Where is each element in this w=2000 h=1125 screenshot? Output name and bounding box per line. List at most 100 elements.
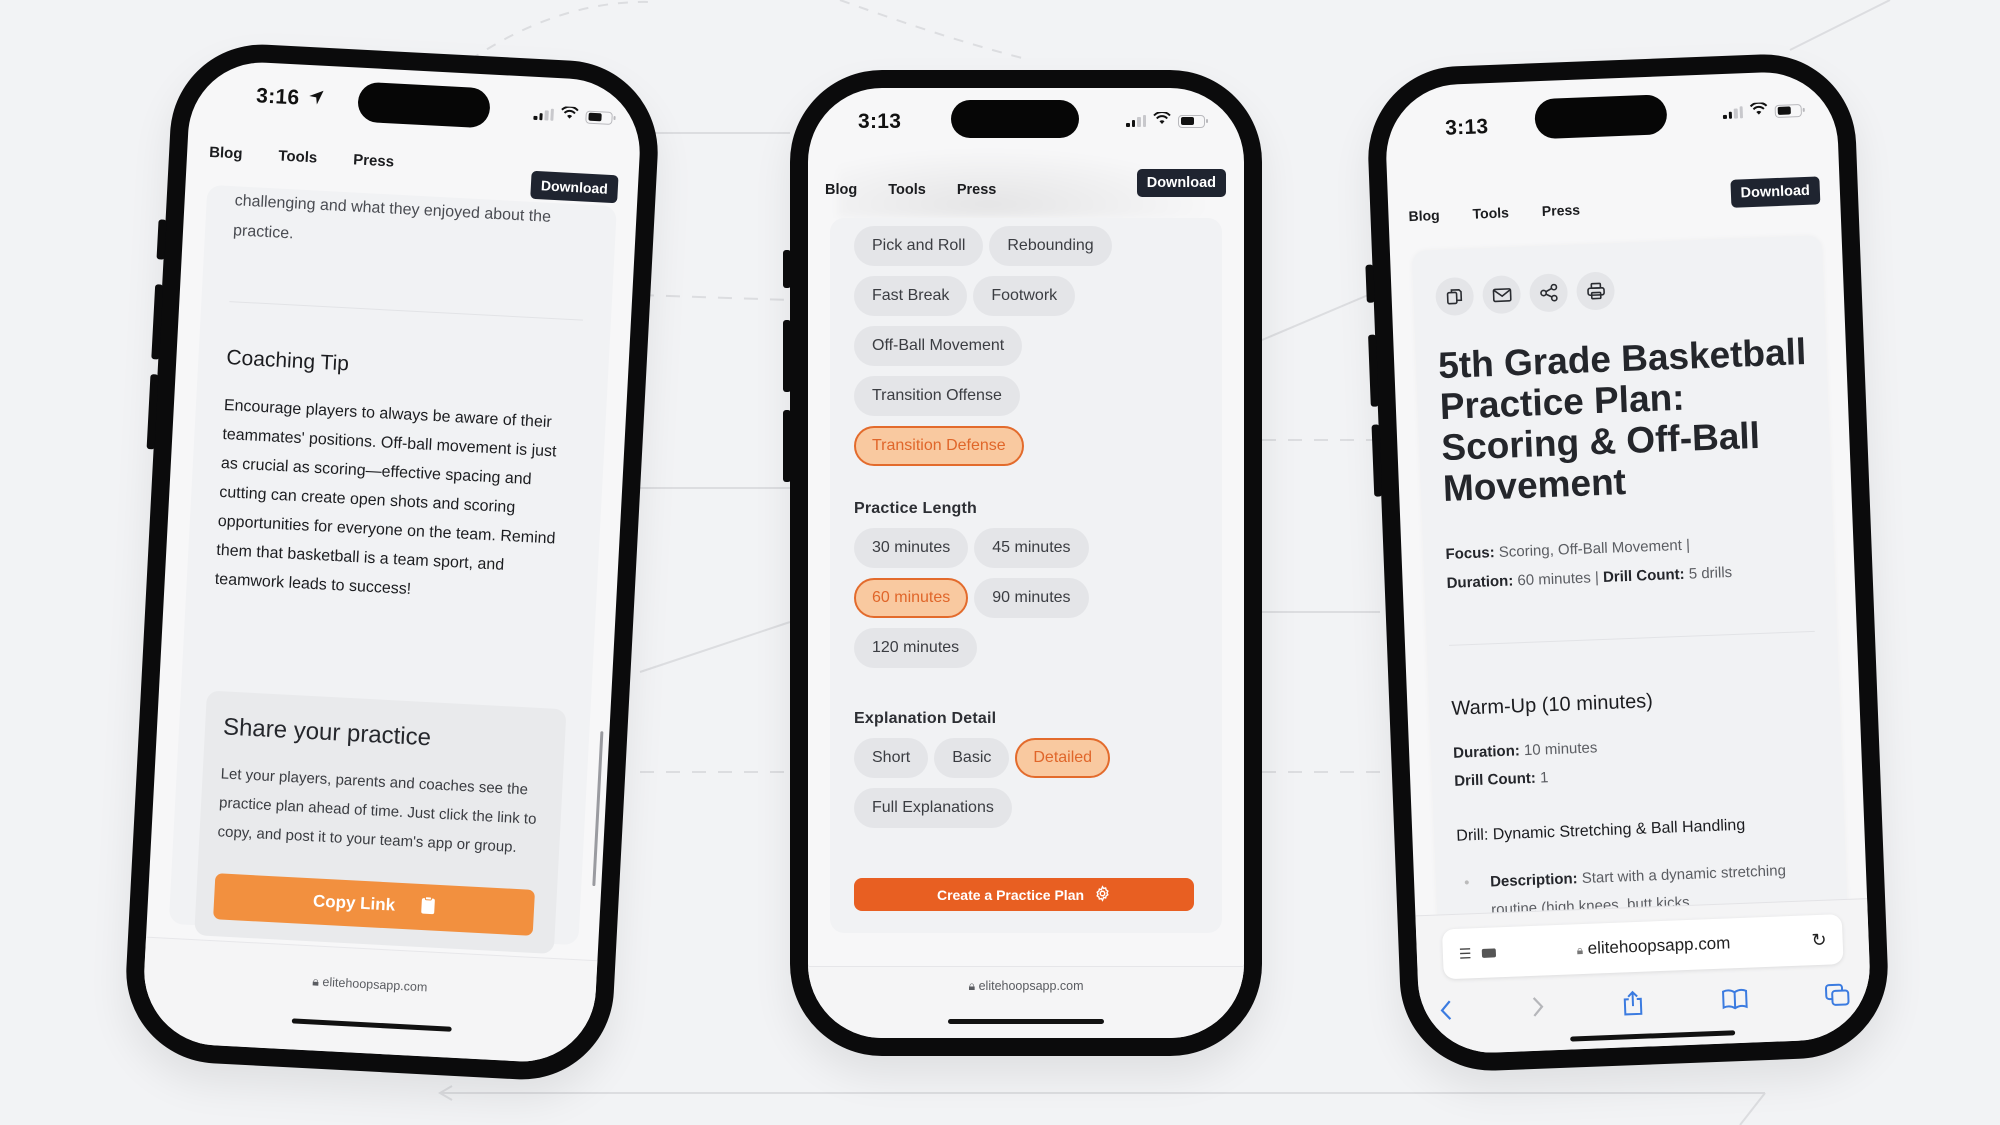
section-drill-count-value: 1 — [1539, 769, 1549, 787]
signal-icon — [1126, 115, 1146, 127]
status-time: 3:13 — [858, 110, 902, 133]
url-text[interactable]: elitehoopsapp.com — [1587, 933, 1730, 957]
practice-length-chip[interactable]: 90 minutes — [974, 578, 1089, 618]
nav-tools[interactable]: Tools — [278, 147, 318, 166]
practice-form-card: Pick and Roll Rebounding Fast Break Footwor… — [830, 218, 1222, 933]
focus-chip[interactable]: Transition Defense — [854, 426, 1024, 466]
focus-chip[interactable]: Fast Break — [854, 276, 968, 316]
battery-icon — [585, 110, 613, 125]
nav-blog[interactable]: Blog — [1408, 207, 1440, 224]
nav-blog[interactable]: Blog — [209, 143, 243, 162]
download-button[interactable]: Download — [530, 170, 619, 204]
nav-press[interactable]: Press — [353, 151, 395, 170]
signal-icon — [533, 108, 554, 121]
action-icons — [1434, 271, 1624, 317]
battery-icon — [1774, 103, 1803, 118]
extension-icon[interactable] — [1481, 947, 1496, 958]
url-text[interactable]: elitehoopsapp.com — [979, 979, 1084, 993]
back-icon[interactable] — [1439, 999, 1454, 1027]
wifi-icon — [1153, 111, 1171, 130]
duration-value: 60 minutes | — [1517, 569, 1600, 590]
url-text[interactable]: elitehoopsapp.com — [322, 975, 428, 994]
safari-toolbar: ☰ 🔒︎ elitehoopsapp.com ↻ — [1415, 898, 1873, 1056]
section-duration-label: Duration: — [1452, 742, 1521, 762]
practice-length-chip[interactable]: 30 minutes — [854, 528, 969, 568]
copy-icon[interactable] — [1434, 276, 1475, 317]
explanation-detail-chip[interactable]: Short — [854, 738, 929, 778]
tabs-icon[interactable] — [1824, 983, 1851, 1013]
dynamic-island — [357, 81, 491, 129]
url-footer: 🔒︎ elitehoopsapp.com — [140, 936, 598, 1066]
focus-chip[interactable]: Pick and Roll — [854, 226, 984, 266]
section-drill-count-label: Drill Count: — [1453, 769, 1537, 790]
practice-length-chip[interactable]: 45 minutes — [974, 528, 1089, 568]
dynamic-island — [951, 100, 1079, 138]
phone-left: 3:16 Blog Tools Press Download challengi… — [121, 39, 663, 1085]
section-duration-value: 10 minutes — [1523, 739, 1598, 760]
status-time: 3:16 — [255, 84, 300, 110]
share-icon[interactable] — [1528, 273, 1569, 313]
nav-blog[interactable]: Blog — [825, 182, 857, 198]
share-icon[interactable] — [1621, 990, 1644, 1022]
section-title: Warm-Up (10 minutes) — [1451, 690, 1654, 720]
focus-chip[interactable]: Footwork — [973, 276, 1076, 316]
coaching-tip-body: Encourage players to always be aware of … — [214, 397, 557, 599]
section-meta: Duration: 10 minutes Drill Count: 1 — [1453, 734, 1599, 795]
safari-nav-buttons — [1439, 982, 1852, 1029]
practice-plan-card: 5th Grade Basketball Practice Plan: Scor… — [1411, 235, 1849, 951]
scrollbar[interactable] — [592, 731, 604, 887]
focus-label: Focus: — [1445, 544, 1496, 563]
reload-icon[interactable]: ↻ — [1811, 929, 1827, 951]
share-title: Share your practice — [222, 713, 432, 752]
download-button[interactable]: Download — [1136, 169, 1226, 197]
url-footer: 🔒︎ elitehoopsapp.com — [808, 966, 1244, 1038]
lock-icon: 🔒︎ — [968, 979, 976, 993]
phone-center: 3:13 Blog Tools Press Download Pick and … — [783, 70, 1262, 1056]
share-body: Let your players, parents and coaches se… — [217, 765, 537, 856]
focus-chip[interactable]: Rebounding — [989, 226, 1112, 266]
focus-chip[interactable]: Transition Offense — [854, 376, 1020, 416]
plan-meta: Focus: Scoring, Off-Ball Movement | Dura… — [1445, 526, 1807, 598]
nav-press[interactable]: Press — [957, 182, 997, 198]
practice-length-chips: 30 minutes 45 minutes60 minutes 90 minutes… — [854, 528, 1114, 678]
explanation-detail-chips: Short Basic DetailedFull Explanations — [854, 738, 1134, 838]
nav-tools[interactable]: Tools — [1472, 204, 1509, 221]
drill-title: Drill: Dynamic Stretching & Ball Handlin… — [1456, 816, 1746, 845]
explanation-detail-chip[interactable]: Detailed — [1015, 738, 1111, 778]
content-card: challenging and what they enjoyed about … — [168, 184, 617, 955]
bullet: • — [1463, 874, 1470, 892]
create-practice-plan-button[interactable]: Create a Practice Plan — [854, 878, 1194, 911]
wifi-icon — [1749, 101, 1768, 121]
practice-length-chip[interactable]: 60 minutes — [854, 578, 969, 618]
lock-icon: 🔒︎ — [1576, 943, 1584, 958]
reader-icon[interactable]: ☰ — [1459, 945, 1472, 962]
phone-center-screen: 3:13 Blog Tools Press Download Pick and … — [808, 88, 1244, 1038]
signal-icon — [1722, 106, 1744, 120]
mail-icon[interactable] — [1481, 274, 1522, 315]
explanation-detail-label: Explanation Detail — [854, 710, 997, 727]
copy-link-label: Copy Link — [312, 891, 396, 915]
clipboard-icon — [420, 895, 435, 920]
focus-chip[interactable]: Off-Ball Movement — [854, 326, 1023, 366]
phone-left-screen: 3:16 Blog Tools Press Download challengi… — [140, 58, 644, 1066]
copy-link-button[interactable]: Copy Link — [213, 873, 536, 936]
explanation-detail-chip[interactable]: Full Explanations — [854, 788, 1012, 828]
home-indicator — [948, 1019, 1104, 1024]
focus-chips: Pick and Roll Rebounding Fast Break Footwor… — [854, 226, 1198, 476]
divider — [229, 301, 583, 321]
explanation-detail-chip[interactable]: Basic — [934, 738, 1010, 778]
bookmarks-icon[interactable] — [1721, 988, 1748, 1016]
practice-length-chip[interactable]: 120 minutes — [854, 628, 978, 668]
plan-title: 5th Grade Basketball Practice Plan: Scor… — [1437, 331, 1807, 510]
download-button[interactable]: Download — [1730, 176, 1821, 208]
print-icon[interactable] — [1575, 271, 1616, 311]
safari-address-bar[interactable]: ☰ 🔒︎ elitehoopsapp.com ↻ — [1441, 914, 1844, 980]
dynamic-island — [1534, 94, 1668, 140]
practice-length-label: Practice Length — [854, 500, 978, 517]
divider — [1449, 630, 1815, 646]
nav-tools[interactable]: Tools — [888, 182, 926, 198]
nav-press[interactable]: Press — [1542, 202, 1581, 219]
forward-icon[interactable] — [1530, 996, 1545, 1024]
status-bar: 3:13 — [1384, 70, 1838, 157]
phone-right: 3:13 Blog Tools Press Download 5th Grade… — [1364, 51, 1892, 1074]
